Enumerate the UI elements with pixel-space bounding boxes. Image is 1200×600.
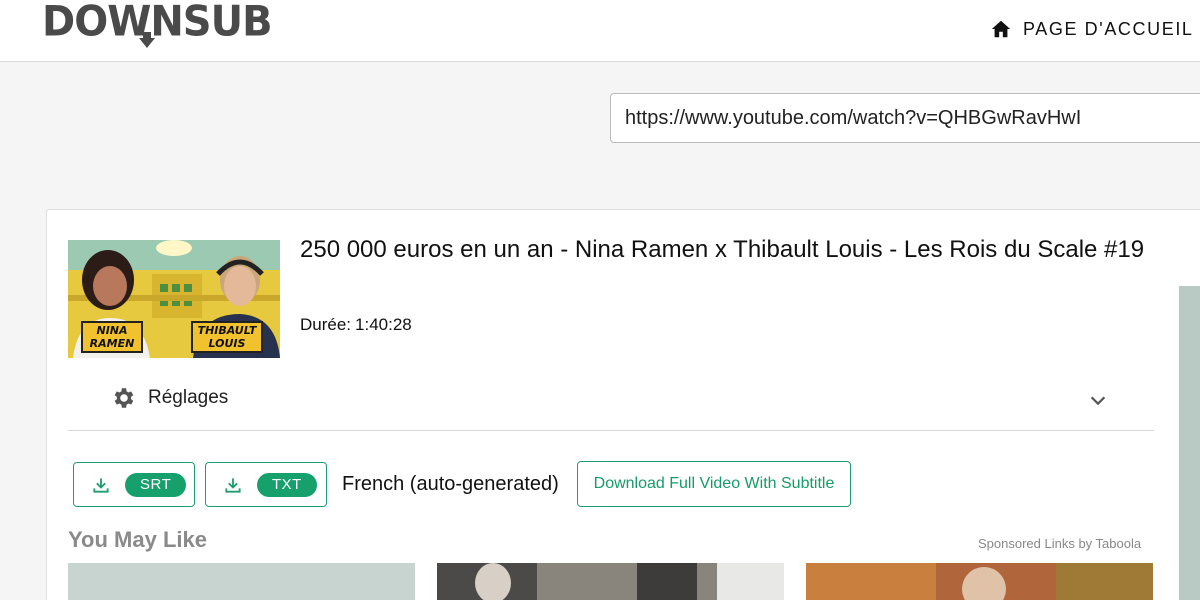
settings-label: Réglages: [148, 387, 229, 408]
thumb-right-name: THIBAULT: [198, 324, 258, 337]
home-icon: [991, 20, 1011, 38]
side-ad-image[interactable]: [1179, 286, 1200, 600]
top-bar: DOWNSUB PAGE D'ACCUEIL: [0, 0, 1200, 62]
recommendation-item[interactable]: [437, 563, 784, 600]
home-link[interactable]: PAGE D'ACCUEIL: [990, 18, 1194, 40]
srt-badge: SRT: [125, 472, 187, 497]
recommendation-item[interactable]: [68, 563, 415, 600]
video-thumbnail: NINA RAMEN THIBAULT LOUIS: [68, 240, 280, 358]
svg-text:RAMEN: RAMEN: [90, 337, 135, 350]
logo-arrow-icon: [139, 32, 155, 48]
svg-text:LOUIS: LOUIS: [209, 337, 246, 350]
duration-value: 1:40:28: [355, 315, 412, 334]
download-srt-button[interactable]: SRT: [73, 462, 195, 507]
downsub-logo[interactable]: DOWNSUB: [42, 0, 273, 54]
video-duration: Durée: 1:40:28: [300, 315, 412, 335]
home-label: PAGE D'ACCUEIL: [1023, 18, 1194, 39]
download-txt-button[interactable]: TXT: [205, 462, 327, 507]
chevron-down-icon[interactable]: [1087, 389, 1109, 411]
recommendation-item[interactable]: [806, 563, 1153, 600]
download-icon: [93, 477, 109, 493]
thumb-left-name: NINA: [96, 324, 127, 337]
settings-toggle[interactable]: Réglages: [110, 385, 228, 411]
gear-icon: [114, 388, 134, 408]
download-icon: [225, 477, 241, 493]
you-may-like-heading: You May Like: [68, 527, 207, 552]
divider: [68, 430, 1154, 431]
logo-text: DOWNSUB: [42, 0, 273, 47]
download-full-video-button[interactable]: Download Full Video With Subtitle: [577, 461, 851, 507]
txt-badge: TXT: [257, 472, 317, 497]
subtitle-language: French (auto-generated): [342, 473, 559, 495]
url-field[interactable]: [610, 93, 1200, 143]
sponsored-links[interactable]: Sponsored Links by Taboola: [978, 536, 1141, 551]
duration-label: Durée:: [300, 315, 352, 334]
url-input[interactable]: [611, 94, 1200, 142]
video-title: 250 000 euros en un an - Nina Ramen x Th…: [300, 236, 1145, 263]
